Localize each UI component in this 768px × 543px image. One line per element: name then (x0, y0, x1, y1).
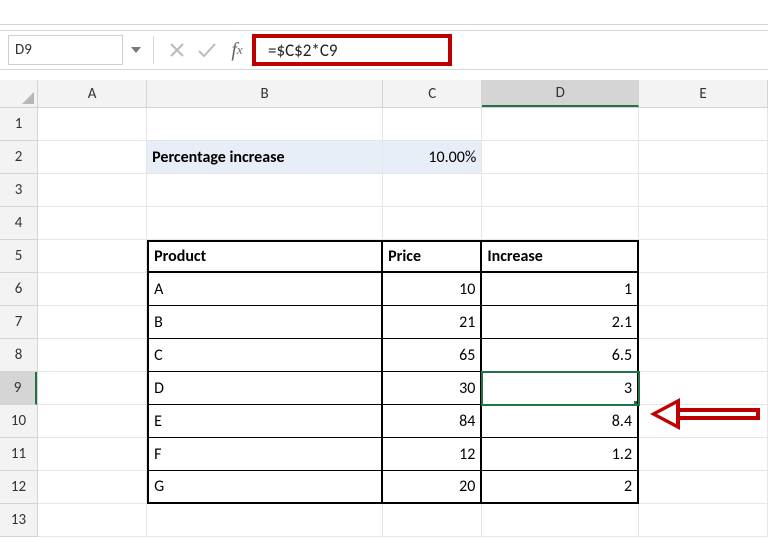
active-cell-d9[interactable]: 3 (482, 372, 639, 405)
table-cell[interactable]: 12 (383, 438, 482, 471)
cell[interactable] (639, 438, 768, 471)
row-header-8[interactable]: 8 (0, 339, 37, 372)
table-cell[interactable]: 30 (383, 372, 482, 405)
table-cell[interactable]: 8.4 (482, 405, 639, 438)
header-product[interactable]: Product (147, 240, 383, 273)
formula-text: =$C$2*C9 (268, 40, 338, 61)
col-header-a[interactable]: A (38, 80, 147, 107)
cell[interactable] (38, 339, 147, 372)
row-header-4[interactable]: 4 (0, 207, 37, 240)
cell[interactable] (482, 108, 639, 141)
cell-percentage-value[interactable]: 10.00% (383, 141, 482, 174)
cell[interactable] (147, 207, 383, 240)
table-cell[interactable]: 1.2 (482, 438, 639, 471)
name-box-dropdown[interactable] (127, 35, 145, 65)
table-cell[interactable]: 2.1 (482, 306, 639, 339)
table-cell[interactable]: G (147, 471, 383, 504)
cell[interactable] (639, 141, 768, 174)
table-cell[interactable]: A (147, 273, 383, 306)
row-header-11[interactable]: 11 (0, 438, 37, 471)
header-increase[interactable]: Increase (482, 240, 639, 273)
table-cell[interactable]: 20 (383, 471, 482, 504)
formula-input[interactable]: =$C$2*C9 (252, 34, 452, 66)
row-header-6[interactable]: 6 (0, 273, 37, 306)
cell[interactable] (38, 438, 147, 471)
row-header-2[interactable]: 2 (0, 141, 37, 174)
row-header-12[interactable]: 12 (0, 471, 37, 504)
formula-bar: D9 fx =$C$2*C9 (0, 30, 768, 70)
table-cell[interactable]: 2 (482, 471, 639, 504)
cell[interactable] (639, 174, 768, 207)
table-cell[interactable]: 21 (383, 306, 482, 339)
table-cell[interactable]: 65 (383, 339, 482, 372)
row-header-3[interactable]: 3 (0, 174, 37, 207)
cell[interactable] (383, 108, 482, 141)
cell[interactable] (38, 405, 147, 438)
cell[interactable] (38, 240, 147, 273)
row-header-7[interactable]: 7 (0, 306, 37, 339)
cell[interactable] (482, 504, 639, 537)
row-header-9[interactable]: 9 (0, 372, 37, 405)
cell[interactable] (639, 108, 768, 141)
cell[interactable] (639, 306, 768, 339)
cell[interactable] (639, 405, 768, 438)
cell[interactable] (147, 174, 383, 207)
row-header-10[interactable]: 10 (0, 405, 37, 438)
cell[interactable] (639, 471, 768, 504)
header-price[interactable]: Price (383, 240, 482, 273)
enter-icon[interactable] (192, 35, 222, 65)
col-header-b[interactable]: B (147, 80, 383, 107)
cell[interactable] (38, 471, 147, 504)
cell[interactable] (383, 207, 482, 240)
cell[interactable] (482, 174, 639, 207)
cell[interactable] (639, 240, 768, 273)
name-box[interactable]: D9 (8, 35, 123, 65)
table-cell[interactable]: F (147, 438, 383, 471)
table-cell[interactable]: E (147, 405, 383, 438)
cell[interactable] (482, 141, 639, 174)
row-header-1[interactable]: 1 (0, 108, 37, 141)
table-cell[interactable]: 10 (383, 273, 482, 306)
table-cell[interactable]: 1 (482, 273, 639, 306)
cell[interactable] (38, 108, 147, 141)
cell[interactable] (38, 141, 147, 174)
fx-icon[interactable]: fx (222, 35, 252, 65)
row-header-5[interactable]: 5 (0, 240, 37, 273)
col-header-d[interactable]: D (482, 80, 639, 107)
select-all-corner[interactable] (0, 80, 38, 108)
cell[interactable] (38, 174, 147, 207)
cell[interactable] (38, 504, 147, 537)
col-header-c[interactable]: C (383, 80, 482, 107)
cell[interactable] (639, 504, 768, 537)
cell[interactable] (147, 504, 383, 537)
spreadsheet-grid: A B C D E 1 2 3 4 5 6 7 8 9 10 11 12 13 … (0, 80, 768, 543)
cell[interactable] (38, 306, 147, 339)
cell[interactable] (38, 372, 147, 405)
col-header-e[interactable]: E (639, 80, 768, 107)
cells-area: Percentage increase 10.00% Product Price… (38, 108, 768, 543)
cell[interactable] (482, 207, 639, 240)
cell[interactable] (383, 504, 482, 537)
table-cell[interactable]: D (147, 372, 383, 405)
table-cell[interactable]: 6.5 (482, 339, 639, 372)
cell[interactable] (38, 273, 147, 306)
cell[interactable] (383, 174, 482, 207)
table-cell[interactable]: B (147, 306, 383, 339)
row-header-13[interactable]: 13 (0, 504, 37, 537)
cell[interactable] (639, 273, 768, 306)
column-headers: A B C D E (38, 80, 768, 108)
table-cell[interactable]: 84 (383, 405, 482, 438)
cell[interactable] (639, 372, 768, 405)
cell-reference: D9 (15, 41, 32, 59)
cell[interactable] (147, 108, 383, 141)
row-headers: 1 2 3 4 5 6 7 8 9 10 11 12 13 (0, 108, 38, 537)
cell[interactable] (639, 207, 768, 240)
cell-percentage-label[interactable]: Percentage increase (147, 141, 383, 174)
cancel-icon[interactable] (162, 35, 192, 65)
table-cell[interactable]: C (147, 339, 383, 372)
cell[interactable] (38, 207, 147, 240)
cell[interactable] (639, 339, 768, 372)
